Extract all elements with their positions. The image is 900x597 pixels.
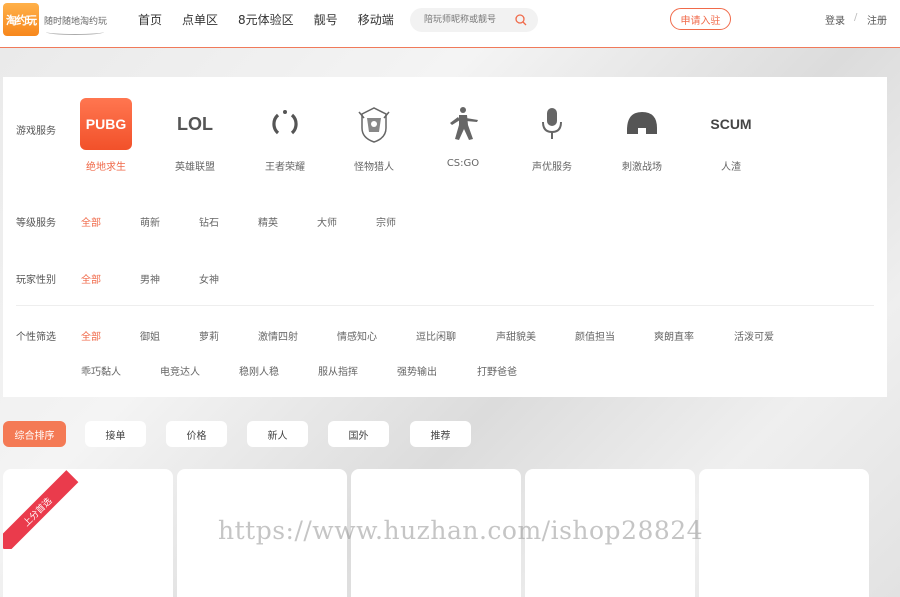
monster-hunter-icon	[358, 107, 390, 143]
site-logo[interactable]: 淘约玩	[3, 3, 39, 36]
filter-panel: 游戏服务 PUBG 绝地求生 LOL 英雄联盟 王者荣耀 怪物猎人 CS:GO …	[3, 77, 887, 397]
top-header: 淘约玩 随时随地淘约玩 首页 点单区 8元体验区 靓号 移动端 申请入驻 登录 …	[0, 0, 900, 48]
personal-option[interactable]: 声甜貌美	[496, 328, 536, 343]
player-card[interactable]: 上分首选	[3, 469, 173, 597]
game-name: 人渣	[721, 162, 741, 173]
personal-option[interactable]: 打野爸爸	[477, 363, 517, 378]
site-slogan: 随时随地淘约玩	[44, 17, 108, 27]
sort-tab-recommended[interactable]: 推荐	[410, 421, 471, 447]
personal-filter-label: 个性筛选	[16, 332, 56, 343]
sort-tab-overall[interactable]: 综合排序	[3, 421, 66, 447]
game-name: 刺激战场	[622, 162, 662, 173]
nav-item-trial[interactable]: 8元体验区	[238, 11, 294, 28]
game-name: 怪物猎人	[354, 162, 394, 173]
personal-option[interactable]: 颜值担当	[575, 328, 615, 343]
game-service-label: 游戏服务	[16, 126, 56, 137]
level-option[interactable]: 大师	[317, 214, 337, 229]
search-icon[interactable]	[514, 13, 528, 27]
csgo-icon	[450, 107, 478, 140]
honor-of-kings-icon	[272, 110, 298, 135]
game-name: 王者荣耀	[265, 162, 305, 173]
game-item-csgo[interactable]: CS:GO	[428, 98, 498, 169]
game-item-voice[interactable]: 声优服务	[517, 98, 587, 173]
gender-label: 玩家性别	[16, 275, 56, 286]
personal-option[interactable]: 逗比闲聊	[416, 328, 456, 343]
personal-option[interactable]: 乖巧黏人	[81, 363, 121, 378]
pubg-logo-text: PUBG	[85, 116, 127, 132]
personal-option[interactable]: 激情四射	[258, 328, 298, 343]
personal-option[interactable]: 电竞达人	[160, 363, 200, 378]
pubg-icon: PUBG	[80, 98, 132, 150]
game-name: 声优服务	[532, 162, 572, 173]
level-option[interactable]: 宗师	[376, 214, 396, 229]
level-option[interactable]: 钻石	[199, 214, 219, 229]
personal-option[interactable]: 稳刚人稳	[239, 363, 279, 378]
scum-icon: SCUM	[705, 98, 757, 150]
register-link[interactable]: 注册	[867, 12, 887, 27]
gender-option[interactable]: 女神	[199, 271, 219, 286]
personal-option[interactable]: 服从指挥	[318, 363, 358, 378]
game-item-battlefield[interactable]: 刺激战场	[607, 98, 677, 173]
scum-logo-text: SCUM	[710, 116, 752, 132]
search-box	[410, 8, 538, 32]
level-option[interactable]: 精英	[258, 214, 278, 229]
player-card[interactable]	[699, 469, 869, 597]
game-name: CS:GO	[446, 158, 480, 169]
slogan-swoosh	[46, 29, 104, 35]
sort-tab-accepting[interactable]: 接单	[85, 421, 146, 447]
personal-option[interactable]: 爽朗直率	[654, 328, 694, 343]
nav-item-vip-number[interactable]: 靓号	[314, 11, 338, 28]
search-input[interactable]	[424, 13, 514, 27]
game-item-honor-of-kings[interactable]: 王者荣耀	[250, 98, 320, 173]
game-name: 英雄联盟	[175, 162, 215, 173]
ribbon-label: 上分首选	[3, 470, 79, 549]
filter-divider	[16, 305, 874, 306]
nav-item-home[interactable]: 首页	[138, 11, 162, 28]
sort-tab-overseas[interactable]: 国外	[328, 421, 389, 447]
game-item-pubg[interactable]: PUBG 绝地求生	[71, 98, 141, 173]
top-pick-ribbon: 上分首选	[3, 469, 83, 549]
watermark: https://www.huzhan.com/ishop28824	[218, 516, 704, 545]
gender-option[interactable]: 男神	[140, 271, 160, 286]
gender-option-all[interactable]: 全部	[81, 271, 101, 286]
lol-icon: LOL	[169, 98, 221, 150]
nav-item-order[interactable]: 点单区	[182, 11, 218, 28]
apply-join-button[interactable]: 申请入驻	[670, 8, 731, 30]
game-item-lol[interactable]: LOL 英雄联盟	[160, 98, 230, 174]
personal-option[interactable]: 萝莉	[199, 328, 219, 343]
level-option-all[interactable]: 全部	[81, 214, 101, 229]
personal-option-all[interactable]: 全部	[81, 328, 101, 343]
main-nav: 首页 点单区 8元体验区 靓号 移动端	[138, 11, 414, 28]
level-option[interactable]: 萌新	[140, 214, 160, 229]
game-item-scum[interactable]: SCUM 人渣	[696, 98, 766, 173]
personal-option[interactable]: 情感知心	[337, 328, 377, 343]
sort-tab-newcomer[interactable]: 新人	[247, 421, 308, 447]
lol-logo-text: LOL	[177, 113, 213, 134]
personal-option[interactable]: 活泼可爱	[734, 328, 774, 343]
microphone-icon	[542, 108, 562, 139]
auth-separator: /	[854, 12, 858, 23]
login-link[interactable]: 登录	[825, 12, 845, 27]
personal-option[interactable]: 御姐	[140, 328, 160, 343]
helmet-icon	[627, 112, 657, 134]
game-name: 绝地求生	[86, 162, 126, 173]
game-item-monster-hunter[interactable]: 怪物猎人	[339, 98, 409, 173]
level-service-label: 等级服务	[16, 218, 56, 229]
nav-item-mobile[interactable]: 移动端	[358, 11, 394, 28]
personal-option[interactable]: 强势输出	[397, 363, 437, 378]
sort-tab-price[interactable]: 价格	[166, 421, 227, 447]
